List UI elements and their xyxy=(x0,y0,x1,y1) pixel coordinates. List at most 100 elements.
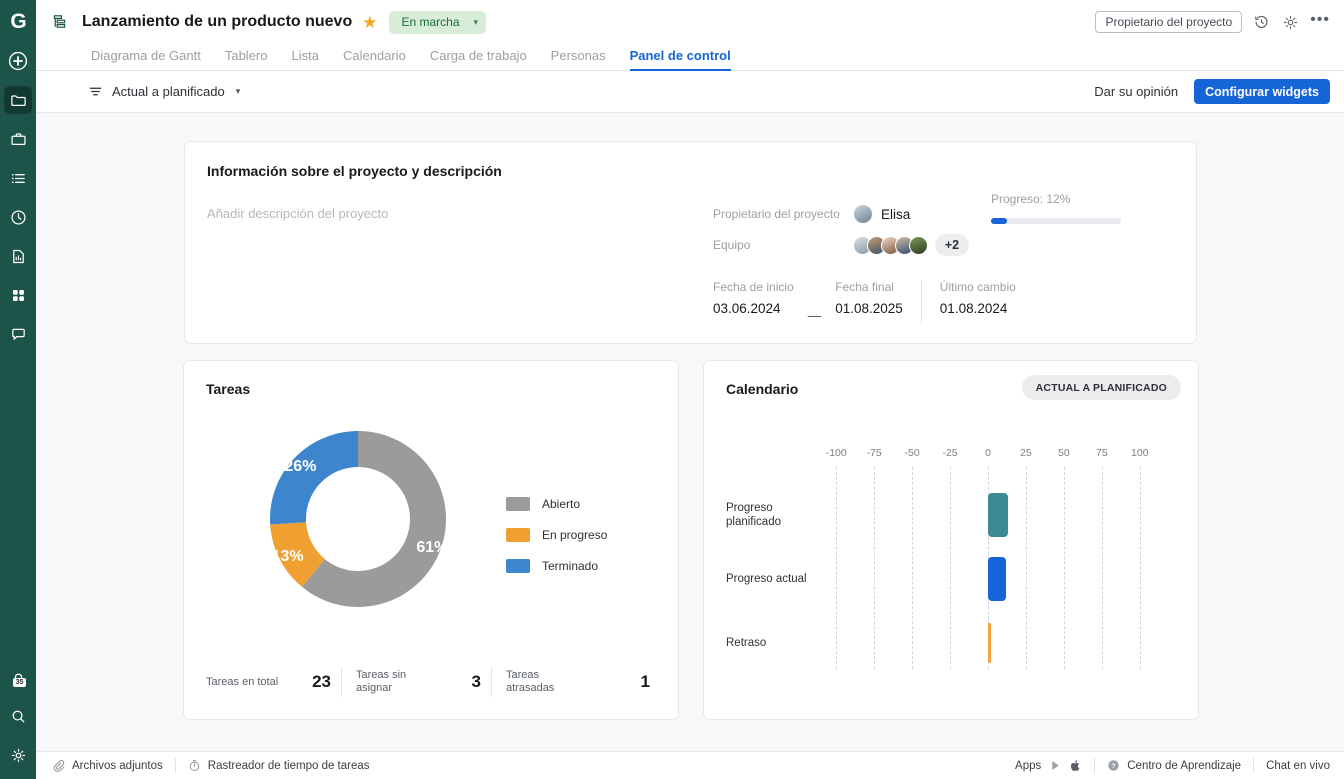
rail-item-notifications[interactable]: 35 xyxy=(4,663,32,691)
legend-label: Terminado xyxy=(542,559,599,573)
team-overflow-chip[interactable]: +2 xyxy=(935,234,969,256)
rail-item-time[interactable] xyxy=(4,203,32,231)
apple-icon[interactable] xyxy=(1069,759,1082,772)
google-play-icon[interactable] xyxy=(1049,759,1062,772)
project-description-input[interactable]: Añadir descripción del proyecto xyxy=(207,206,388,221)
bar[interactable] xyxy=(988,557,1007,601)
legend-swatch xyxy=(506,497,530,511)
toolbar-actions: Dar su opinión Configurar widgets xyxy=(1094,79,1330,104)
tab-list[interactable]: Lista xyxy=(279,48,330,70)
calendar-widget: Calendario ACTUAL A PLANIFICADO -100 -75-… xyxy=(703,360,1199,720)
x-axis-tick-label: 0 xyxy=(985,447,991,459)
legend-swatch xyxy=(506,528,530,542)
view-tabs: Diagrama de Gantt Tablero Lista Calendar… xyxy=(36,44,1344,71)
stat-overdue: Tareas atrasadas 1 xyxy=(506,669,656,695)
rail-item-portfolio[interactable] xyxy=(4,125,32,153)
x-axis-tick-label: -25 xyxy=(942,447,958,459)
team-label: Equipo xyxy=(713,238,751,252)
tasks-widget-title: Tareas xyxy=(206,381,251,397)
left-rail: G 35 xyxy=(0,0,36,779)
rail-item-reports[interactable] xyxy=(4,242,32,270)
chart-x-axis: -100 -75 -50 -25 0 25 50 75 100 xyxy=(726,447,1182,461)
donut-svg: 61% 13% 26% xyxy=(270,431,448,607)
x-axis-tick-label: 50 xyxy=(1058,447,1070,459)
rail-item-apps[interactable] xyxy=(4,281,32,309)
tasks-widget: Tareas 61% 13% 26% Abierto En progreso T… xyxy=(183,360,679,720)
project-status-select[interactable]: En marcha ▾ xyxy=(389,10,487,34)
grid-icon xyxy=(10,287,27,304)
tab-gantt[interactable]: Diagrama de Gantt xyxy=(85,48,213,70)
main-column: Lanzamiento de un producto nuevo ★ En ma… xyxy=(36,0,1344,779)
filter-icon xyxy=(88,84,103,99)
end-date-value[interactable]: 01.08.2025 xyxy=(835,301,903,316)
x-axis-tick-label: 100 xyxy=(1131,447,1149,459)
tab-board[interactable]: Tablero xyxy=(213,48,280,70)
stat-unassigned: Tareas sin asignar 3 xyxy=(356,667,506,697)
bar-row-label: Progreso actual xyxy=(726,573,807,585)
more-options-icon[interactable]: ••• xyxy=(1310,11,1330,33)
progress-track xyxy=(991,218,1121,224)
tab-calendar[interactable]: Calendario xyxy=(331,48,418,70)
grid-line xyxy=(1025,467,1027,669)
date-separator: — xyxy=(807,308,822,323)
filter-dropdown[interactable]: Actual a planificado ▾ xyxy=(88,84,240,99)
rail-item-add[interactable] xyxy=(4,47,32,75)
app-logo[interactable]: G xyxy=(0,0,36,42)
bar-row-label: Progreso planificado xyxy=(726,502,781,528)
dashboard-content: Información sobre el proyecto y descripc… xyxy=(36,113,1344,751)
avatar xyxy=(909,235,928,255)
x-axis-tick-label: 75 xyxy=(1095,447,1108,459)
legend-item[interactable]: Abierto xyxy=(506,497,607,511)
divider xyxy=(1253,758,1255,773)
time-tracker-button[interactable]: Rastreador de tiempo de tareas xyxy=(188,759,370,772)
bar[interactable] xyxy=(988,623,991,663)
calendar-mode-badge[interactable]: ACTUAL A PLANIFICADO xyxy=(1021,375,1181,400)
x-axis-tick-label: -50 xyxy=(904,447,920,459)
donut-slice[interactable] xyxy=(270,431,358,525)
bar[interactable] xyxy=(988,493,1008,537)
project-info-widget: Información sobre el proyecto y descripc… xyxy=(184,141,1197,344)
rail-item-chat[interactable] xyxy=(4,320,32,348)
live-chat-button[interactable]: Chat en vivo xyxy=(1266,760,1330,772)
tab-people[interactable]: Personas xyxy=(539,48,618,70)
learning-center-button[interactable]: ? Centro de Aprendizaje xyxy=(1107,759,1241,772)
bar-row-label: Retraso xyxy=(726,637,767,649)
team-avatar-stack[interactable] xyxy=(853,235,928,255)
start-date-label: Fecha de inicio xyxy=(713,280,794,294)
owner-role-chip[interactable]: Propietario del proyecto xyxy=(1095,11,1243,33)
add-icon xyxy=(8,51,28,71)
start-date-value[interactable]: 03.06.2024 xyxy=(713,301,794,316)
gear-icon[interactable] xyxy=(1281,13,1300,32)
legend-label: Abierto xyxy=(542,497,581,511)
configure-widgets-button[interactable]: Configurar widgets xyxy=(1194,79,1330,104)
grid-line xyxy=(1139,467,1141,669)
legend-item[interactable]: Terminado xyxy=(506,559,607,573)
legend-item[interactable]: En progreso xyxy=(506,528,607,542)
app-root: G 35 Lanzamiento de un producto nuevo ★ … xyxy=(0,0,1344,779)
star-icon[interactable]: ★ xyxy=(362,14,377,31)
rail-item-projects[interactable] xyxy=(4,86,32,114)
end-date-label: Fecha final xyxy=(835,280,894,294)
rail-item-list[interactable] xyxy=(4,164,32,192)
report-icon xyxy=(10,248,27,265)
status-bar: Archivos adjuntos Rastreador de tiempo d… xyxy=(36,751,1344,779)
divider xyxy=(491,667,492,697)
grid-line xyxy=(1101,467,1103,669)
rail-item-search[interactable] xyxy=(4,702,32,730)
page-title: Lanzamiento de un producto nuevo xyxy=(82,13,353,30)
owner-row: Propietario del proyecto Elisa xyxy=(713,204,1013,224)
history-icon[interactable] xyxy=(1252,13,1271,32)
divider xyxy=(1094,758,1096,773)
tab-workload[interactable]: Carga de trabajo xyxy=(418,48,539,70)
rail-item-settings[interactable] xyxy=(4,741,32,769)
feedback-button[interactable]: Dar su opinión xyxy=(1094,84,1178,99)
grid-line xyxy=(1063,467,1065,669)
tab-dashboard[interactable]: Panel de control xyxy=(618,48,743,71)
status-bar-right: Apps ? Centro de Aprendizaje Chat en viv… xyxy=(1015,758,1330,773)
stat-label: Tareas en total xyxy=(206,675,279,688)
chevron-down-icon: ▾ xyxy=(235,86,241,96)
filter-label: Actual a planificado xyxy=(112,84,225,99)
owner-value[interactable]: Elisa xyxy=(853,204,910,224)
attachments-button[interactable]: Archivos adjuntos xyxy=(52,759,163,772)
chevron-down-icon: ▾ xyxy=(473,16,479,27)
